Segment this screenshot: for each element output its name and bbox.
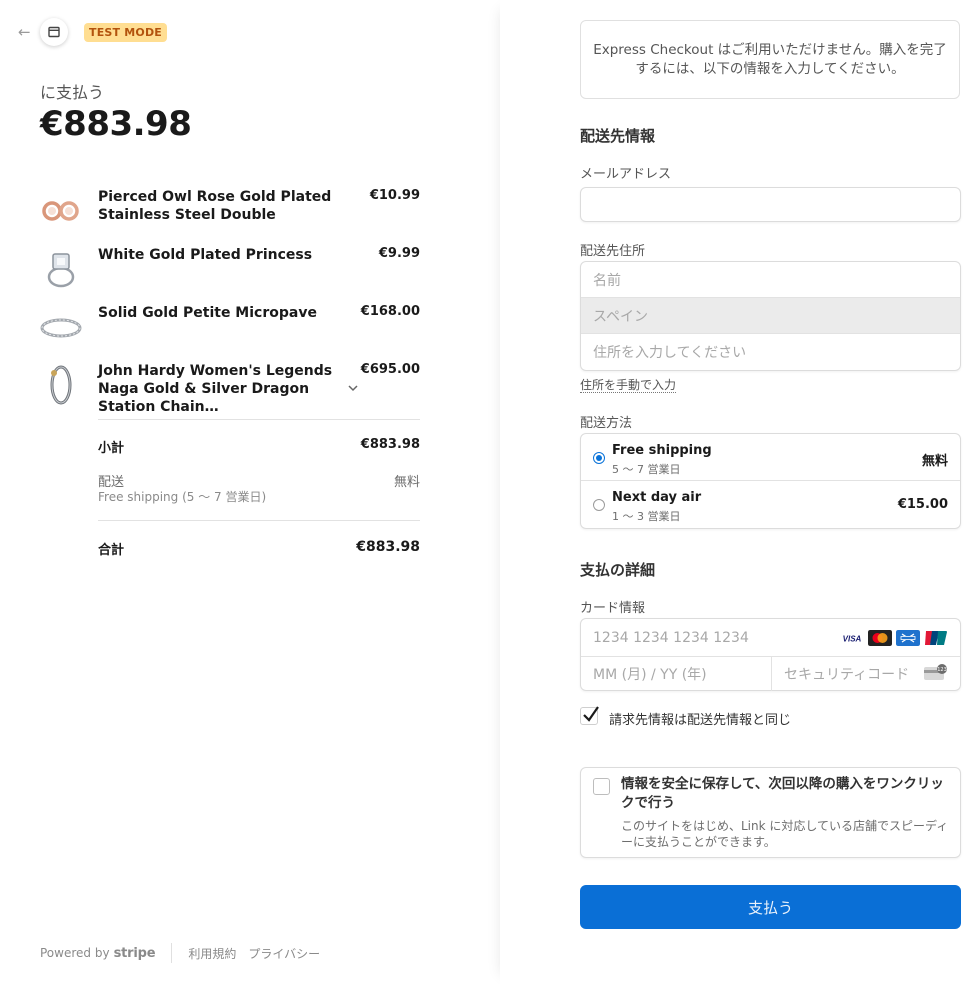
- cvc-card-icon: 123: [924, 664, 947, 680]
- svg-text:123: 123: [937, 667, 947, 673]
- pay-button[interactable]: 支払う: [580, 885, 961, 929]
- total-row: 合計 €883.98: [98, 539, 420, 558]
- save-info-description: このサイトをはじめ、Link に対応している店舗でスピーディーに支払うことができ…: [621, 819, 949, 849]
- payment-form-panel: Express Checkout はご利用いただけません。購入を完了するには、以…: [500, 0, 974, 984]
- powered-by-label: Powered by: [40, 946, 110, 960]
- item-name: Pierced Owl Rose Gold Plated Stainless S…: [98, 189, 332, 223]
- pay-label: に支払う: [40, 83, 105, 102]
- save-info-title: 情報を安全に保存して、次回以降の購入をワンクリックで行う: [621, 776, 944, 811]
- divider: [98, 419, 420, 420]
- line-item: Solid Gold Petite Micropave €168.00: [40, 304, 420, 362]
- name-field[interactable]: 名前: [581, 262, 960, 298]
- svg-text:VISA: VISA: [843, 635, 862, 644]
- address-field[interactable]: 住所を入力してください: [581, 334, 960, 370]
- link-save-card[interactable]: 情報を安全に保存して、次回以降の購入をワンクリックで行う このサイトをはじめ、L…: [580, 767, 961, 858]
- shipping-option-free[interactable]: Free shipping 5 〜 7 営業日 無料: [581, 434, 960, 481]
- dragon-bracelet-icon: [50, 365, 72, 405]
- back-arrow-icon[interactable]: ←: [18, 24, 34, 40]
- address-group: 名前 スペイン 住所を入力してください: [580, 261, 961, 371]
- shipping-option-next-day[interactable]: Next day air 1 〜 3 営業日 €15.00: [581, 481, 960, 528]
- chevron-down-icon[interactable]: [347, 382, 359, 394]
- subtotal-label: 小計: [98, 441, 125, 456]
- option-duration: 1 〜 3 営業日: [612, 510, 681, 523]
- address-label: 配送先住所: [580, 244, 646, 259]
- micropave-band-icon: [40, 318, 82, 338]
- email-label: メールアドレス: [580, 167, 672, 182]
- header: ← TEST MODE: [18, 18, 168, 46]
- shipping-method-label: 配送方法: [580, 416, 633, 431]
- item-price: €695.00: [360, 362, 420, 377]
- expiry-field[interactable]: MM (月) / YY (年): [593, 657, 707, 691]
- item-name: White Gold Plated Princess: [98, 247, 313, 263]
- shipping-value: 無料: [393, 475, 420, 490]
- option-duration: 5 〜 7 営業日: [612, 463, 681, 476]
- total-value: €883.98: [356, 539, 420, 555]
- visa-icon: VISA: [840, 630, 864, 646]
- email-field[interactable]: [580, 187, 961, 222]
- payment-details-title: 支払の詳細: [580, 561, 656, 579]
- country-select[interactable]: スペイン: [581, 298, 960, 334]
- option-name: Free shipping: [612, 443, 712, 458]
- line-items: Pierced Owl Rose Gold Plated Stainless S…: [40, 188, 420, 420]
- manual-address-link[interactable]: 住所を手動で入力: [580, 378, 677, 393]
- total-label: 合計: [98, 543, 125, 558]
- item-price: €10.99: [369, 188, 420, 203]
- princess-ring-icon: [47, 253, 75, 288]
- amex-icon: [896, 630, 920, 646]
- footer: Powered by stripe 利用規約 プライバシー: [40, 943, 332, 963]
- billing-same-checkbox[interactable]: [580, 706, 599, 725]
- card-info-label: カード情報: [580, 601, 646, 616]
- item-name: Solid Gold Petite Micropave: [98, 305, 317, 321]
- item-price: €9.99: [378, 246, 420, 261]
- test-mode-badge: TEST MODE: [84, 22, 168, 42]
- privacy-link[interactable]: プライバシー: [248, 945, 320, 962]
- divider: [98, 520, 420, 521]
- card-brands: VISA: [840, 630, 948, 646]
- line-item: Pierced Owl Rose Gold Plated Stainless S…: [40, 188, 420, 246]
- option-price: 無料: [921, 454, 948, 469]
- mastercard-icon: [868, 630, 892, 646]
- rose-gold-earrings-icon: [42, 201, 79, 221]
- order-summary-panel: ← TEST MODE に支払う €883.98 Pierced Owl Ros…: [0, 0, 500, 984]
- line-item: White Gold Plated Princess €9.99: [40, 246, 420, 304]
- item-name: John Hardy Women's Legends Naga Gold & S…: [98, 363, 333, 415]
- express-checkout-notice: Express Checkout はご利用いただけません。購入を完了するには、以…: [580, 20, 960, 99]
- item-price: €168.00: [360, 304, 420, 319]
- footer-divider: [171, 943, 173, 963]
- stripe-logo[interactable]: stripe: [114, 946, 156, 961]
- shipping-info-title: 配送先情報: [580, 127, 656, 145]
- save-info-checkbox[interactable]: [593, 778, 610, 795]
- shipping-method-options: Free shipping 5 〜 7 営業日 無料 Next day air …: [580, 433, 961, 529]
- card-second-row: MM (月) / YY (年) セキュリティコード 123: [581, 656, 960, 691]
- unionpay-icon: [924, 630, 948, 646]
- radio-selected[interactable]: [593, 452, 605, 464]
- store-icon[interactable]: [40, 18, 68, 46]
- pay-amount: €883.98: [40, 104, 192, 144]
- line-item: John Hardy Women's Legends Naga Gold & S…: [40, 362, 420, 420]
- subtotal-row: 小計 €883.98: [98, 437, 420, 456]
- option-price: €15.00: [897, 497, 948, 512]
- shipping-sub: Free shipping (5 〜 7 営業日): [98, 490, 267, 504]
- option-name: Next day air: [612, 490, 702, 505]
- terms-link[interactable]: 利用規約: [188, 945, 236, 962]
- checkmark-icon: [583, 706, 599, 722]
- billing-same-label: 請求先情報は配送先情報と同じ: [609, 713, 792, 728]
- subtotal-value: €883.98: [360, 437, 420, 452]
- card-number-field[interactable]: 1234 1234 1234 1234: [593, 619, 749, 656]
- radio-unselected[interactable]: [593, 499, 605, 511]
- card-input-group: 1234 1234 1234 1234 VISA MM (月) / YY (年)…: [580, 618, 961, 691]
